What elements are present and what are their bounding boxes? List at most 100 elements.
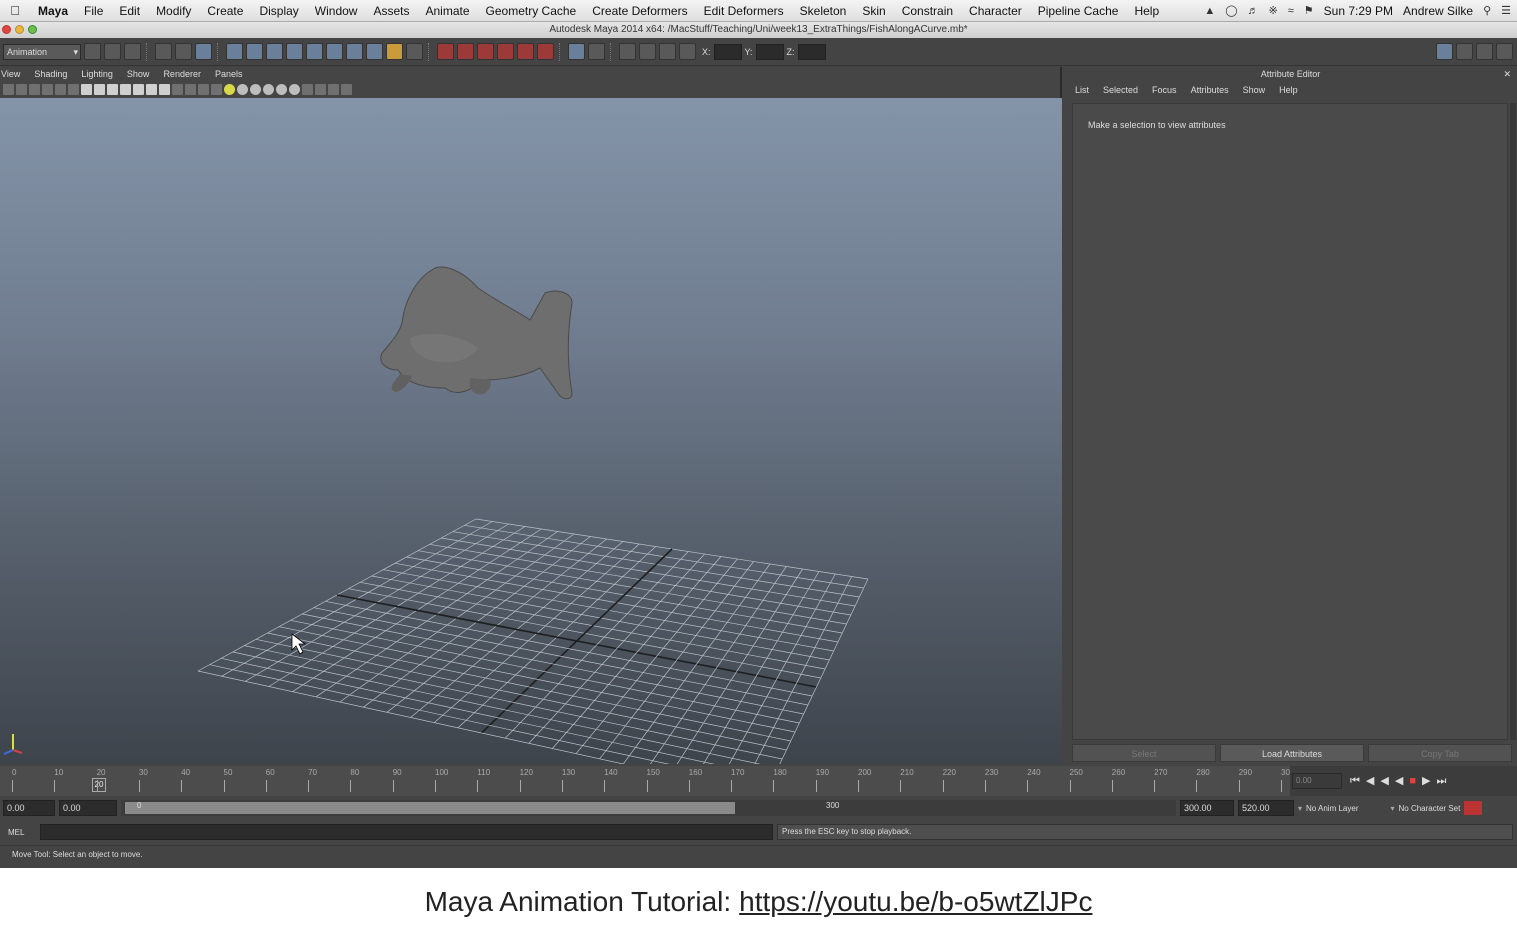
select-curves-icon[interactable] xyxy=(266,43,283,60)
bluetooth-icon[interactable]: ※ xyxy=(1269,4,1278,17)
menu-constrain[interactable]: Constrain xyxy=(894,4,961,18)
current-time-marker[interactable]: 20 xyxy=(92,778,106,792)
menu-geometry-cache[interactable]: Geometry Cache xyxy=(478,4,585,18)
depth-of-field-icon[interactable] xyxy=(289,84,300,95)
attribute-editor-scrollbar[interactable] xyxy=(1510,103,1516,740)
attr-menu-selected[interactable]: Selected xyxy=(1103,81,1138,99)
gate-mask-icon[interactable] xyxy=(120,84,131,95)
resolution-gate-icon[interactable] xyxy=(107,84,118,95)
wireframe-icon[interactable] xyxy=(172,84,183,95)
share-icon[interactable] xyxy=(341,84,352,95)
attr-menu-focus[interactable]: Focus xyxy=(1152,81,1177,99)
menu-set-selector[interactable]: Animation xyxy=(3,43,81,60)
render-current-frame-icon[interactable] xyxy=(588,43,605,60)
load-attributes-button[interactable]: Load Attributes xyxy=(1220,744,1364,762)
step-forward-key-icon[interactable]: ▶ xyxy=(1422,773,1430,789)
menu-character[interactable]: Character xyxy=(961,4,1030,18)
close-icon[interactable]: ✕ xyxy=(1503,67,1511,81)
select-surfaces-icon[interactable] xyxy=(286,43,303,60)
spotlight-icon[interactable]: ⚲ xyxy=(1483,4,1491,17)
menu-edit-deformers[interactable]: Edit Deformers xyxy=(696,4,792,18)
save-scene-icon[interactable] xyxy=(124,43,141,60)
xray-icon[interactable] xyxy=(211,84,222,95)
select-deformations-icon[interactable] xyxy=(306,43,323,60)
attr-menu-show[interactable]: Show xyxy=(1243,81,1266,99)
playback-range-bar[interactable]: 0 300 xyxy=(121,800,1176,816)
input-connections-icon[interactable] xyxy=(537,43,554,60)
end-time-field[interactable]: 520.00 xyxy=(1238,800,1294,816)
wifi-icon[interactable]: ≈ xyxy=(1288,5,1294,17)
scene-view[interactable] xyxy=(0,98,1062,764)
snap-to-point-icon[interactable] xyxy=(477,43,494,60)
flag-icon[interactable]: ⚑ xyxy=(1304,4,1314,17)
anim-layer-dropdown[interactable]: ▾ No Anim Layer xyxy=(1298,804,1358,813)
attr-menu-attributes[interactable]: Attributes xyxy=(1191,81,1229,99)
snap-to-curve-icon[interactable] xyxy=(457,43,474,60)
close-window-icon[interactable] xyxy=(2,25,11,34)
xray-joints-icon[interactable] xyxy=(315,84,326,95)
z-field[interactable] xyxy=(797,43,826,60)
menu-create-deformers[interactable]: Create Deformers xyxy=(584,4,695,18)
film-gate-icon[interactable] xyxy=(94,84,105,95)
shadows-icon[interactable] xyxy=(237,84,248,95)
ipr-render-icon[interactable] xyxy=(619,43,636,60)
2d-pan-zoom-icon[interactable] xyxy=(55,84,66,95)
menu-file[interactable]: File xyxy=(76,4,111,18)
highlight-selection-icon[interactable] xyxy=(406,43,423,60)
go-to-start-icon[interactable]: ⏮ xyxy=(1350,773,1360,789)
multisample-aa-icon[interactable] xyxy=(276,84,287,95)
snap-to-view-plane-icon[interactable] xyxy=(497,43,514,60)
menu-display[interactable]: Display xyxy=(251,4,306,18)
zoom-window-icon[interactable] xyxy=(28,25,37,34)
copy-tab-button[interactable]: Copy Tab xyxy=(1368,744,1512,762)
range-start-field[interactable]: 0.00 xyxy=(59,800,117,816)
select-rendering-icon[interactable] xyxy=(346,43,363,60)
bookmarks-icon[interactable] xyxy=(29,84,40,95)
safe-action-icon[interactable] xyxy=(146,84,157,95)
image-plane-icon[interactable] xyxy=(42,84,53,95)
attr-menu-list[interactable]: List xyxy=(1075,81,1089,99)
play-backwards-icon[interactable]: ◀ xyxy=(1395,773,1403,789)
modeling-toolkit-icon[interactable] xyxy=(1436,43,1453,60)
auto-key-icon[interactable] xyxy=(1464,801,1483,815)
menu-create[interactable]: Create xyxy=(199,4,251,18)
minimize-window-icon[interactable] xyxy=(15,25,24,34)
menu-maya[interactable]: Maya xyxy=(30,4,76,18)
lock-selection-icon[interactable] xyxy=(386,43,403,60)
step-back-key-icon[interactable]: ◀ xyxy=(1380,773,1388,789)
playback-range-handle[interactable] xyxy=(125,802,735,814)
menu-modify[interactable]: Modify xyxy=(148,4,199,18)
app-status-icon[interactable]: ▲ xyxy=(1204,5,1215,17)
script-language-label[interactable]: MEL xyxy=(8,828,36,837)
select-button[interactable]: Select xyxy=(1072,744,1216,762)
grease-pencil-icon[interactable] xyxy=(68,84,79,95)
menu-edit[interactable]: Edit xyxy=(111,4,148,18)
fish-model[interactable] xyxy=(380,266,573,400)
use-all-lights-icon[interactable] xyxy=(224,84,235,95)
viewport-menu-shading[interactable]: Shading xyxy=(34,67,67,81)
select-joints-icon[interactable] xyxy=(246,43,263,60)
viewport-menu-show[interactable]: Show xyxy=(127,67,150,81)
notification-center-icon[interactable]: ☰ xyxy=(1501,4,1511,17)
tutorial-link[interactable]: https://youtu.be/b-o5wtZlJPc xyxy=(739,886,1092,918)
x-field[interactable] xyxy=(713,43,742,60)
menu-assets[interactable]: Assets xyxy=(365,4,417,18)
tool-settings-toggle-icon[interactable] xyxy=(1476,43,1493,60)
new-scene-icon[interactable] xyxy=(84,43,101,60)
viewport-menu-view[interactable]: View xyxy=(1,67,20,81)
start-time-field[interactable]: 0.00 xyxy=(3,800,55,816)
character-set-dropdown[interactable]: ▾ No Character Set xyxy=(1390,804,1460,813)
default-material-icon[interactable] xyxy=(198,84,209,95)
viewport-menu-panels[interactable]: Panels xyxy=(215,67,243,81)
select-component-icon[interactable] xyxy=(195,43,212,60)
menu-animate[interactable]: Animate xyxy=(418,4,478,18)
step-back-frame-icon[interactable]: ◀ xyxy=(1366,773,1374,789)
make-live-icon[interactable] xyxy=(517,43,534,60)
current-time-field[interactable]: 0.00 xyxy=(1292,773,1342,789)
menu-window[interactable]: Window xyxy=(307,4,366,18)
render-settings-icon[interactable] xyxy=(639,43,656,60)
grid-icon[interactable] xyxy=(81,84,92,95)
viewport-menu-lighting[interactable]: Lighting xyxy=(81,67,113,81)
snap-to-grid-icon[interactable] xyxy=(437,43,454,60)
select-object-icon[interactable] xyxy=(175,43,192,60)
